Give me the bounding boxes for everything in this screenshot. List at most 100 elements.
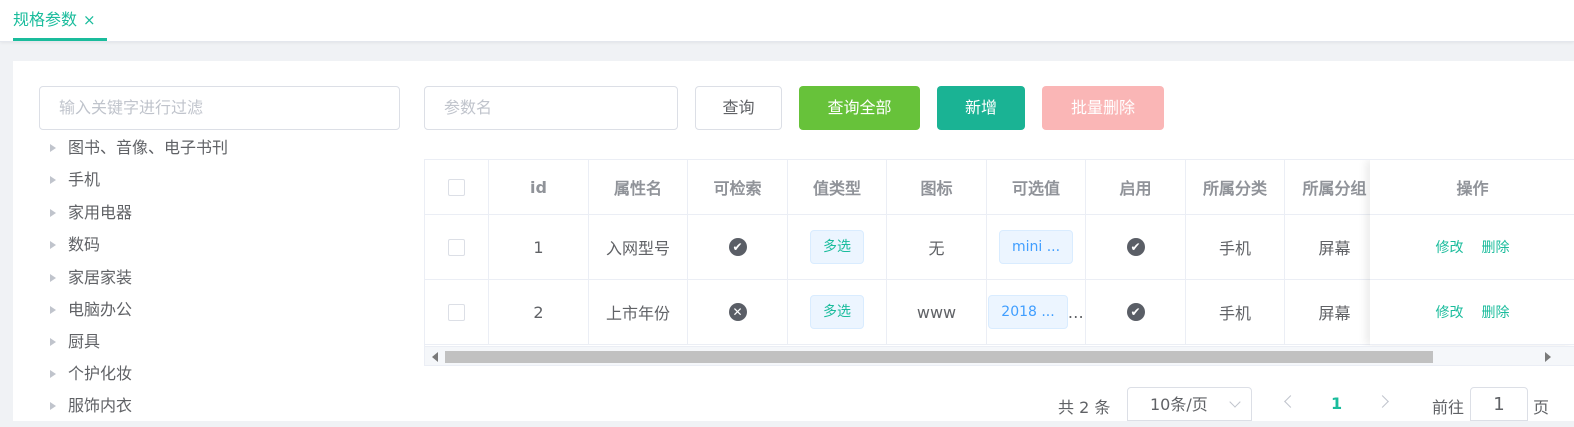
cell-searchable: ✕ — [688, 280, 788, 344]
close-icon[interactable]: × — [83, 11, 96, 29]
cell-value-type: 多选 — [788, 215, 887, 279]
x-circle-icon: ✕ — [728, 303, 747, 321]
chevron-right-icon — [1376, 395, 1389, 408]
cell-category: 手机 — [1186, 215, 1285, 279]
goto-page-input[interactable]: 1 — [1470, 387, 1528, 421]
next-page-button[interactable] — [1376, 393, 1390, 413]
column-header[interactable]: 属性名 — [589, 160, 688, 214]
caret-right-icon[interactable] — [50, 369, 56, 378]
row-select-cell — [425, 215, 489, 279]
column-header[interactable]: 所属分类 — [1186, 160, 1285, 214]
value-type-tag: 多选 — [810, 230, 864, 264]
tree-item[interactable]: 家居家装 — [50, 264, 132, 288]
check-circle-icon: ✔ — [1126, 303, 1145, 321]
select-all-checkbox[interactable] — [448, 178, 465, 196]
param-name-search-input[interactable]: 参数名 — [424, 86, 678, 130]
caret-right-icon[interactable] — [50, 401, 56, 410]
tree-item[interactable]: 手机 — [50, 166, 100, 190]
tree-item-label: 厨具 — [68, 332, 101, 351]
pagination-total: 共 2 条 — [1058, 398, 1111, 417]
tree-item-label: 家居家装 — [68, 268, 133, 287]
scroll-right-arrow-icon[interactable] — [1545, 352, 1551, 362]
option-tag: mini ... — [998, 230, 1074, 264]
tree-item[interactable]: 家用电器 — [50, 199, 132, 223]
tree-item[interactable]: 数码 — [50, 231, 100, 255]
tree-item[interactable]: 图书、音像、电子书刊 — [50, 134, 228, 158]
scroll-thumb[interactable] — [445, 351, 1433, 363]
tree-item[interactable]: 厨具 — [50, 328, 100, 352]
chevron-left-icon — [1284, 395, 1297, 408]
cell-enabled: ✔ — [1086, 215, 1186, 279]
cell-id: 1 — [489, 215, 589, 279]
row-checkbox[interactable] — [448, 303, 465, 321]
tree-item-label: 家用电器 — [68, 203, 133, 222]
delete-link[interactable]: 删除 — [1482, 302, 1510, 322]
row-actions: 修改 删除 — [1370, 280, 1574, 345]
caret-right-icon[interactable] — [50, 337, 56, 346]
value-type-tag: 多选 — [810, 295, 864, 329]
edit-link[interactable]: 修改 — [1436, 302, 1464, 322]
current-page[interactable]: 1 — [1331, 394, 1342, 427]
cell-id: 2 — [489, 280, 589, 344]
tab-label: 规格参数 — [13, 10, 78, 29]
check-circle-icon: ✔ — [1126, 238, 1145, 256]
column-header[interactable]: 值类型 — [788, 160, 887, 214]
prev-page-button[interactable] — [1283, 393, 1297, 413]
active-tab-indicator — [13, 38, 107, 41]
tree-item-label: 手机 — [68, 170, 101, 189]
tree-item-label: 数码 — [68, 235, 101, 254]
cell-icon: www — [887, 280, 987, 344]
tree-filter-input[interactable]: 输入关键字进行过滤 — [39, 86, 400, 130]
query-button[interactable]: 查询 — [695, 86, 782, 130]
params-table: id 属性名 可检索 值类型 图标 可选值 启用 所属分类 所属分组 1 入网型… — [424, 159, 1574, 366]
tree-item[interactable]: 服饰内衣 — [50, 392, 132, 416]
scroll-left-arrow-icon[interactable] — [432, 352, 438, 362]
cell-options: 2018 ...… — [987, 280, 1086, 344]
query-all-button[interactable]: 查询全部 — [799, 86, 920, 130]
page-suffix: 页 — [1533, 398, 1550, 417]
caret-right-icon[interactable] — [50, 273, 56, 282]
tree-item-label: 个护化妆 — [68, 364, 133, 383]
cell-category: 手机 — [1186, 280, 1285, 344]
row-select-cell — [425, 280, 489, 344]
row-checkbox[interactable] — [448, 238, 465, 256]
column-header[interactable]: 启用 — [1086, 160, 1186, 214]
row-actions: 修改 删除 — [1370, 215, 1574, 280]
column-header[interactable]: 可选值 — [987, 160, 1086, 214]
column-header: 操作 — [1370, 160, 1574, 215]
caret-right-icon[interactable] — [50, 175, 56, 184]
option-tag: 2018 ... — [988, 295, 1068, 329]
tree-item-label: 服饰内衣 — [68, 396, 133, 415]
check-circle-icon: ✔ — [728, 238, 747, 256]
tree-item[interactable]: 电脑办公 — [50, 296, 132, 320]
edit-link[interactable]: 修改 — [1436, 237, 1464, 257]
column-header[interactable]: 可检索 — [688, 160, 788, 214]
delete-link[interactable]: 删除 — [1482, 237, 1510, 257]
batch-delete-button[interactable]: 批量删除 — [1042, 86, 1164, 130]
cell-searchable: ✔ — [688, 215, 788, 279]
options-overflow: … — [1067, 302, 1084, 322]
tree-item-label: 电脑办公 — [68, 300, 133, 319]
page-size-value: 10条/页 — [1150, 395, 1208, 414]
tree-item-label: 图书、音像、电子书刊 — [68, 138, 229, 157]
cell-enabled: ✔ — [1086, 280, 1186, 344]
column-header[interactable]: 图标 — [887, 160, 987, 214]
cell-icon: 无 — [887, 215, 987, 279]
cell-options: mini ... — [987, 215, 1086, 279]
caret-right-icon[interactable] — [50, 305, 56, 314]
chevron-down-icon — [1229, 396, 1241, 408]
caret-right-icon[interactable] — [50, 240, 56, 249]
page-size-select[interactable]: 10条/页 — [1127, 387, 1252, 421]
goto-label: 前往 — [1432, 398, 1465, 417]
fixed-actions-column: 操作 修改 删除 修改 删除 — [1370, 160, 1574, 345]
horizontal-scrollbar[interactable] — [425, 346, 1574, 365]
select-all-cell — [425, 160, 489, 214]
caret-right-icon[interactable] — [50, 208, 56, 217]
add-button[interactable]: 新增 — [937, 86, 1025, 130]
column-header[interactable]: id — [489, 160, 589, 214]
tab-bar: 规格参数 × — [0, 0, 1574, 42]
cell-name: 入网型号 — [589, 215, 688, 279]
tree-item[interactable]: 个护化妆 — [50, 360, 132, 384]
tab-spec-params[interactable]: 规格参数 × — [13, 0, 96, 42]
caret-right-icon[interactable] — [50, 143, 56, 152]
